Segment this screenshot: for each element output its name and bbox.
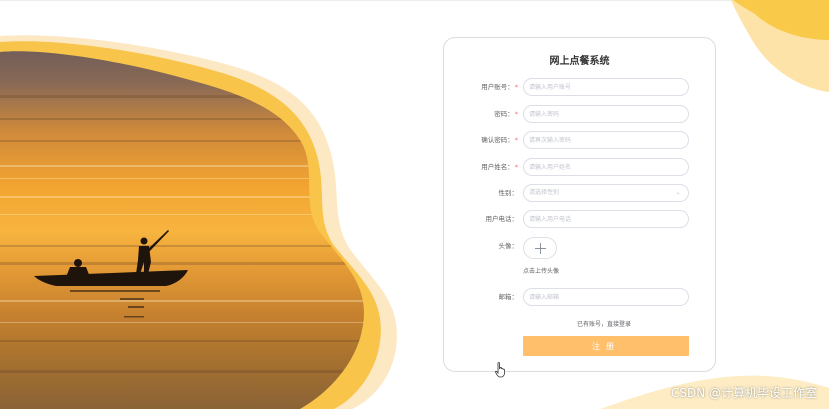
field-row-account: 用户账号：* [444,78,715,96]
register-button[interactable]: 注册 [523,336,689,356]
avatar-upload-button[interactable] [523,237,557,259]
avatar-label: 头像： [498,242,519,250]
field-row-email: 邮箱： [444,288,715,306]
confirm-password-label: 确认密码：* [481,136,518,144]
watermark: CSDN @计算机毕设工作室 [670,386,817,400]
gender-label: 性别： [498,189,519,197]
confirm-password-input[interactable] [523,131,689,149]
account-label: 用户账号：* [481,83,518,91]
field-row-gender: 性别： 请选择性别 ⌄ [444,184,715,202]
name-input[interactable] [523,158,689,176]
field-row-confirm-password: 确认密码：* [444,131,715,149]
password-input[interactable] [523,105,689,123]
field-row-avatar: 头像： [444,237,715,259]
phone-input[interactable] [523,210,689,228]
chevron-down-icon: ⌄ [675,189,681,196]
avatar-upload-hint: 点击上传头像 [523,268,560,275]
password-label: 密码：* [494,110,518,118]
field-row-password: 密码：* [444,105,715,123]
phone-label: 用户电话： [485,215,519,223]
field-row-name: 用户姓名：* [444,158,715,176]
name-label: 用户姓名：* [481,163,518,171]
gender-select-placeholder: 请选择性别 [529,189,560,196]
hand-pointer-icon [495,362,505,378]
field-row-phone: 用户电话： [444,210,715,228]
gender-select[interactable]: 请选择性别 ⌄ [523,184,689,202]
sunset-photo [0,51,364,409]
login-link[interactable]: 已有账号，直接登录 [577,319,631,328]
email-input[interactable] [523,288,689,306]
register-card: 网上点餐系统 用户账号：* 密码：* 确认密码：* 用户姓名：* 性别： 请选择… [443,37,716,372]
page-title: 网上点餐系统 [549,56,610,67]
account-input[interactable] [523,78,689,96]
email-label: 邮箱： [498,293,519,301]
